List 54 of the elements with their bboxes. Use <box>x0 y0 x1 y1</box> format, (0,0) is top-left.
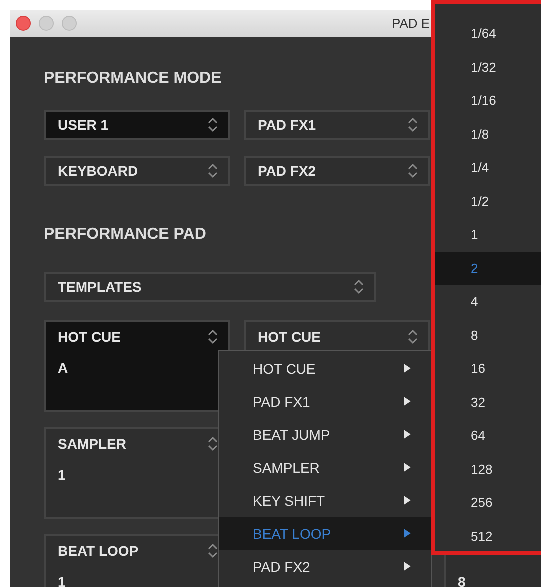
pad-mode-label: SAMPLER <box>58 436 126 452</box>
up-down-arrows-icon <box>208 543 218 559</box>
submenu-arrow-icon <box>404 364 411 373</box>
pad-value: A <box>58 360 70 376</box>
templates-dropdown[interactable]: TEMPLATES <box>44 272 376 302</box>
menu-item[interactable]: 2 <box>435 252 541 285</box>
dropdown[interactable]: USER 1 <box>44 110 230 140</box>
up-down-arrows-icon <box>408 163 418 179</box>
up-down-arrows-icon <box>208 163 218 179</box>
up-down-arrows-icon <box>208 436 218 452</box>
dropdown[interactable]: PAD FX2 <box>244 156 430 186</box>
menu-item[interactable]: 512 <box>435 520 541 553</box>
zoom-button[interactable] <box>62 16 77 31</box>
menu-item[interactable]: 1/32 <box>435 50 541 84</box>
pad-mode-label: BEAT LOOP <box>58 543 139 559</box>
up-down-arrows-icon <box>408 117 418 133</box>
section-heading: PERFORMANCE PAD <box>44 226 206 244</box>
menu-item[interactable]: 4 <box>435 285 541 318</box>
submenu-arrow-icon <box>404 529 411 538</box>
menu-item[interactable]: 32 <box>435 386 541 419</box>
submenu-arrow-icon <box>404 562 411 571</box>
menu-item[interactable]: 64 <box>435 419 541 452</box>
menu-item[interactable]: 1/4 <box>435 151 541 184</box>
minimize-button[interactable] <box>39 16 54 31</box>
menu-item[interactable]: 128 <box>435 452 541 486</box>
dropdown[interactable]: KEYBOARD <box>44 156 230 186</box>
menu-item[interactable]: 1/16 <box>435 84 541 118</box>
dropdown[interactable]: PAD FX1 <box>244 110 430 140</box>
section-heading: PERFORMANCE MODE <box>44 70 222 88</box>
pad-slot[interactable]: HOT CUE A <box>44 320 230 412</box>
up-down-arrows-icon <box>208 329 218 345</box>
submenu-arrow-icon <box>404 397 411 406</box>
close-button[interactable] <box>16 16 31 31</box>
menu-item[interactable]: 256 <box>435 486 541 520</box>
up-down-arrows-icon <box>408 329 418 345</box>
pad-value: 8 <box>458 574 467 587</box>
pad-mode-label: HOT CUE <box>258 329 321 345</box>
menu-item[interactable]: 1/8 <box>435 118 541 151</box>
submenu-arrow-icon <box>404 430 411 439</box>
up-down-arrows-icon <box>208 117 218 133</box>
pad-value: 1 <box>58 574 67 587</box>
menu-item[interactable]: 1/2 <box>435 184 541 218</box>
menu-item[interactable]: 1 <box>435 218 541 252</box>
menu-item[interactable]: 16 <box>435 352 541 386</box>
pad-value: 1 <box>58 467 67 483</box>
window-title: PAD E <box>392 16 430 31</box>
up-down-arrows-icon <box>354 279 364 295</box>
menu-item[interactable]: BEAT LOOP <box>219 517 431 550</box>
menu-item[interactable]: 1/64 <box>435 17 541 50</box>
pad-mode-label: HOT CUE <box>58 329 121 345</box>
menu-item[interactable]: PAD FX2 <box>219 550 431 583</box>
submenu-arrow-icon <box>404 463 411 472</box>
submenu-arrow-icon <box>404 496 411 505</box>
menu-item[interactable]: 8 <box>435 318 541 352</box>
